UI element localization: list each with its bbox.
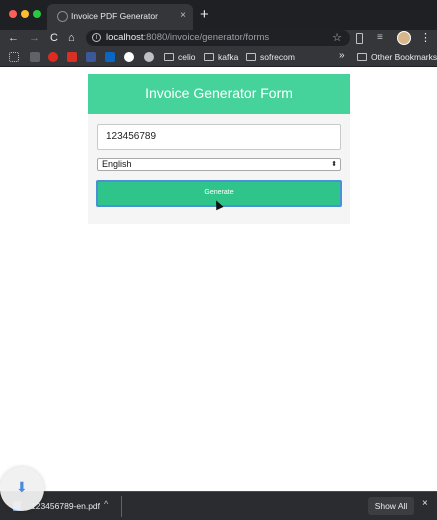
download-shelf: 123456789-en.pdf ^ Show All ×: [0, 491, 437, 520]
url-text: localhost:8080/invoice/generator/forms: [106, 32, 269, 43]
forward-icon[interactable]: →: [29, 30, 40, 46]
folder-icon[interactable]: [357, 53, 367, 61]
chevron-up-icon[interactable]: ^: [104, 499, 108, 509]
url-path: :8080/invoice/generator/forms: [143, 32, 270, 43]
bookmark-folder-kafka[interactable]: kafka: [218, 52, 238, 62]
invoice-number-value: 123456789: [106, 131, 157, 142]
close-window-button[interactable]: [9, 10, 17, 18]
zoom-window-button[interactable]: [33, 10, 41, 18]
close-icon[interactable]: ×: [422, 498, 428, 509]
youtube-icon[interactable]: [48, 52, 58, 62]
folder-icon[interactable]: [164, 53, 174, 61]
linkedin-icon[interactable]: [105, 52, 115, 62]
generate-button-label: Generate: [204, 189, 234, 196]
invoice-form-card: Invoice Generator Form 123456789 English…: [88, 74, 350, 224]
google-icon[interactable]: [124, 52, 134, 62]
generate-button[interactable]: Generate: [96, 180, 342, 211]
extension-icon[interactable]: [356, 33, 363, 44]
media-controls-icon[interactable]: ≡: [377, 32, 383, 44]
url-host: localhost: [106, 32, 144, 43]
bookmark-star-icon[interactable]: ☆: [332, 31, 342, 44]
downloaded-file-name[interactable]: 123456789-en.pdf: [31, 501, 100, 511]
facebook-icon[interactable]: [86, 52, 96, 62]
language-select[interactable]: English ⬍: [97, 158, 341, 171]
globe-icon[interactable]: [144, 52, 154, 62]
page-content: Invoice Generator Form 123456789 English…: [0, 67, 437, 491]
avatar[interactable]: [397, 31, 411, 45]
address-bar[interactable]: i localhost:8080/invoice/generator/forms…: [86, 30, 350, 46]
download-arrow-icon: ⬇: [16, 479, 28, 495]
folder-icon[interactable]: [246, 53, 256, 61]
form-title: Invoice Generator Form: [145, 85, 293, 101]
bookmark-folder-celio[interactable]: celio: [178, 52, 195, 62]
divider: [121, 496, 122, 517]
close-tab-icon[interactable]: ×: [180, 9, 186, 23]
back-icon[interactable]: ←: [8, 30, 19, 46]
invoice-number-input[interactable]: 123456789: [97, 124, 341, 150]
browser-tab[interactable]: Invoice PDF Generator ×: [47, 4, 193, 30]
download-animation: ⬇: [0, 467, 44, 511]
bookmark-folder-sofrecom[interactable]: sofrecom: [260, 52, 295, 62]
browser-toolbar: ← → C ⌂ i localhost:8080/invoice/generat…: [0, 30, 437, 47]
browser-tab-strip: Invoice PDF Generator × +: [0, 0, 437, 30]
folder-icon[interactable]: [204, 53, 214, 61]
bookmarks-bar: celio kafka sofrecom » Other Bookmarks: [0, 47, 437, 67]
select-arrows-icon: ⬍: [331, 161, 337, 168]
apps-icon[interactable]: [9, 52, 19, 62]
new-tab-button[interactable]: +: [200, 6, 209, 24]
mouse-cursor-icon: [212, 198, 224, 211]
minimize-window-button[interactable]: [21, 10, 29, 18]
other-bookmarks[interactable]: Other Bookmarks: [371, 52, 437, 62]
globe-icon: [57, 11, 68, 22]
language-value: English: [102, 159, 132, 169]
reload-icon[interactable]: C: [50, 30, 58, 46]
gmail-icon[interactable]: [67, 52, 77, 62]
menu-icon[interactable]: ⋮: [420, 31, 431, 44]
more-bookmarks-icon[interactable]: »: [339, 50, 345, 61]
info-icon[interactable]: i: [92, 33, 101, 42]
form-header: Invoice Generator Form: [88, 74, 350, 114]
show-all-button[interactable]: Show All: [368, 497, 414, 515]
home-icon[interactable]: ⌂: [68, 30, 75, 46]
bookmark-icon[interactable]: [30, 52, 40, 62]
tab-title: Invoice PDF Generator: [71, 11, 158, 21]
